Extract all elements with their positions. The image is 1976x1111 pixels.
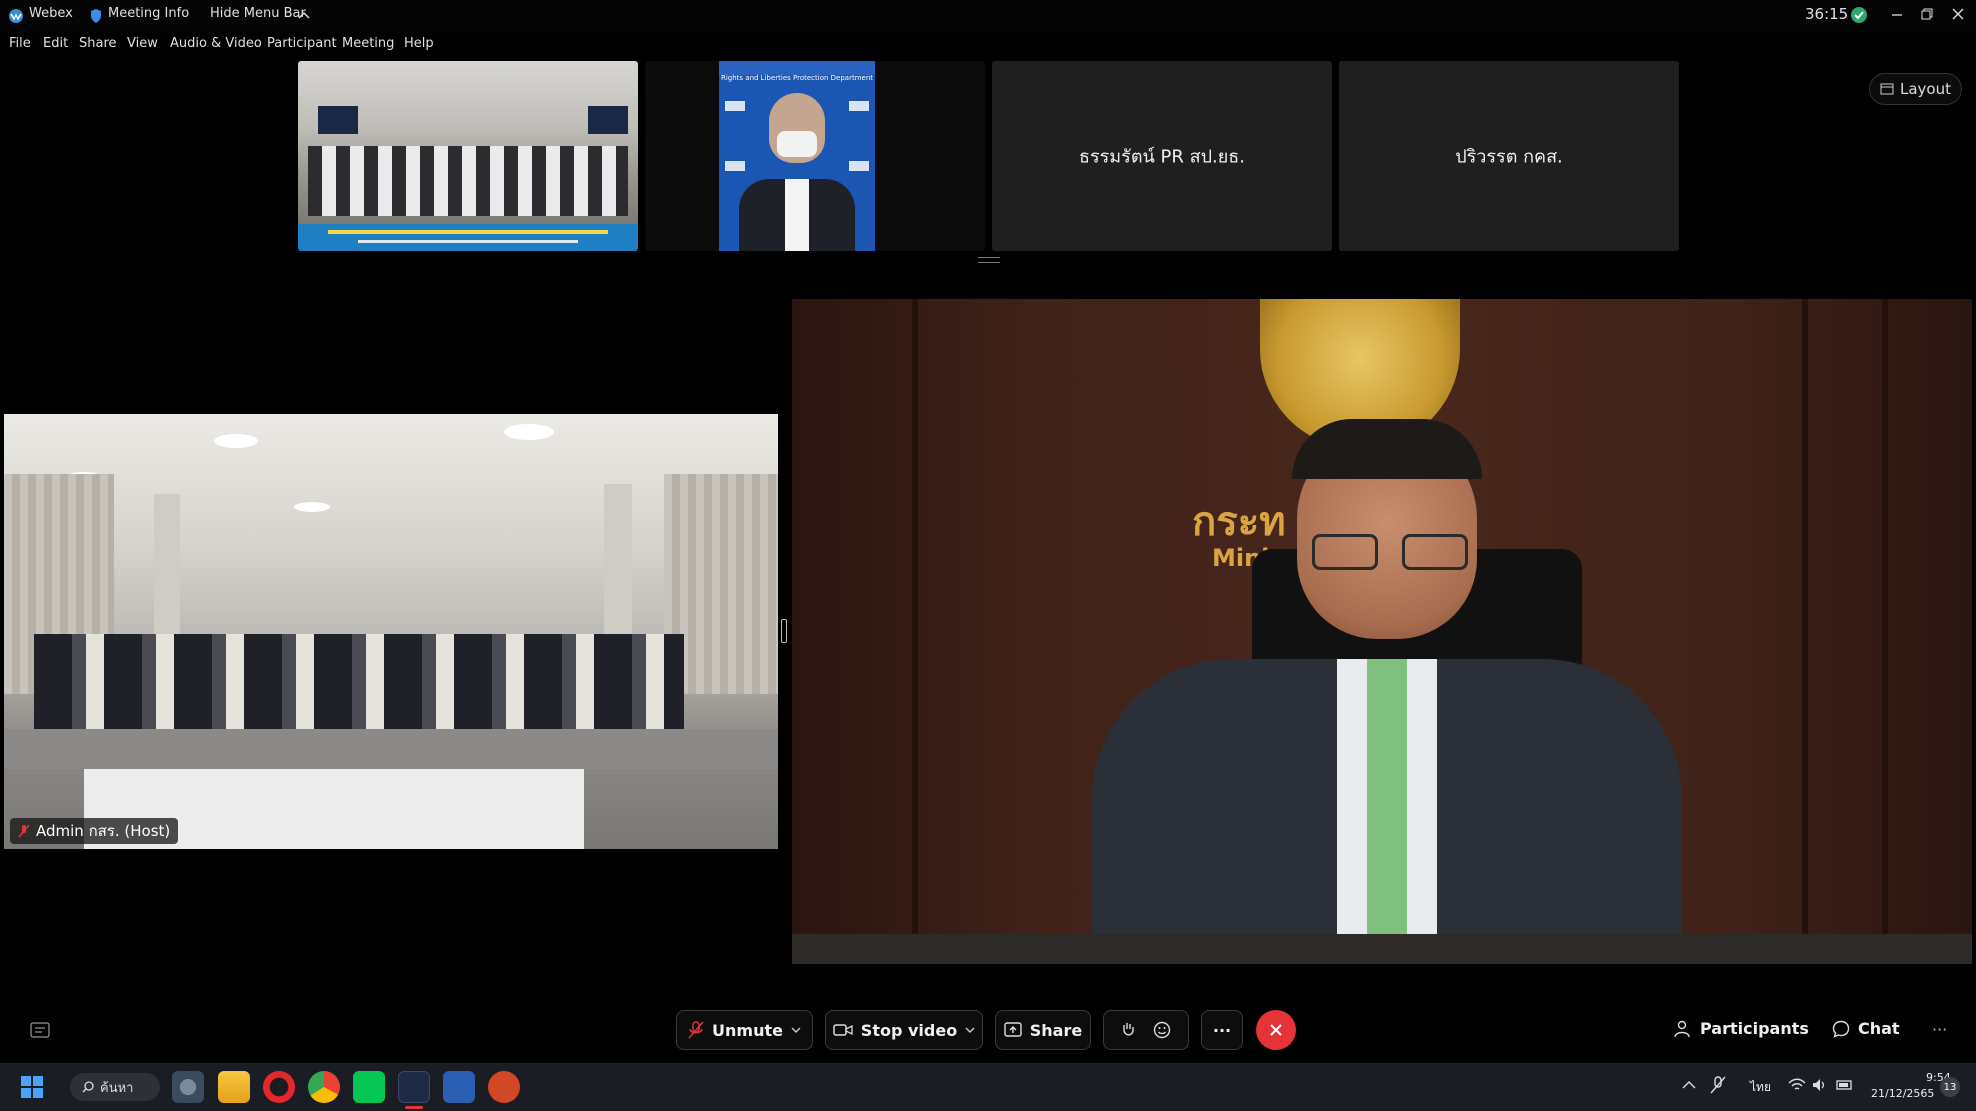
overflow-menu-button[interactable]: ··· [1932, 1020, 1947, 1039]
word-app-icon[interactable] [443, 1071, 475, 1103]
more-options-label: ··· [1212, 1020, 1232, 1040]
muted-mic-icon [18, 824, 30, 838]
room-screen-right [588, 106, 628, 134]
taskbar-search[interactable]: ค้นหา [70, 1073, 160, 1101]
hide-menu-bar-button[interactable]: Hide Menu Bar [210, 6, 306, 21]
search-label: ค้นหา [100, 1080, 134, 1096]
layout-label: Layout [1900, 80, 1951, 98]
chevron-down-icon[interactable] [791, 1026, 801, 1034]
opera-browser-icon[interactable] [263, 1071, 295, 1103]
video-camera-icon [833, 1024, 853, 1036]
unmute-button[interactable]: Unmute [676, 1010, 813, 1050]
reactions-icon[interactable] [1153, 1021, 1171, 1039]
chat-bubble-icon [1832, 1020, 1850, 1038]
taskbar-date[interactable]: 21/12/2565 [1871, 1087, 1934, 1100]
file-explorer-icon[interactable] [218, 1071, 250, 1103]
meeting-info-button[interactable]: Meeting Info [108, 6, 189, 21]
room-screen-left [318, 106, 358, 134]
host-name-label: Admin กสร. (Host) [10, 818, 179, 844]
menu-share[interactable]: Share [79, 36, 117, 51]
participants-button[interactable]: Participants [1674, 1019, 1809, 1038]
close-icon[interactable] [1951, 7, 1965, 21]
chevron-down-icon[interactable] [965, 1026, 975, 1034]
title-bar: Webex Meeting Info Hide Menu Bar 36:15 [0, 0, 1976, 32]
participant-tile-2[interactable]: ปริวรรต กคส. [1339, 61, 1679, 251]
attendees-rows [34, 634, 684, 734]
wifi-icon[interactable] [1788, 1078, 1806, 1092]
windows-start-icon[interactable] [20, 1075, 44, 1099]
menu-bar: File Edit Share View Audio & Video Parti… [0, 34, 1976, 56]
layout-icon [1880, 83, 1894, 95]
stage-video-room[interactable]: Admin กสร. (Host) [4, 414, 778, 849]
backdrop-text: Rights and Liberties Protection Departme… [720, 74, 874, 82]
powerpoint-app-icon[interactable] [488, 1071, 520, 1103]
participant-name: ปริวรรต กคส. [1455, 146, 1563, 168]
chat-label: Chat [1858, 1019, 1900, 1038]
menu-edit[interactable]: Edit [43, 36, 68, 51]
menu-help[interactable]: Help [404, 36, 434, 51]
close-icon [1270, 1024, 1282, 1036]
active-app-indicator [405, 1106, 423, 1109]
stage-resize-handle[interactable] [781, 619, 787, 643]
restore-icon[interactable] [1920, 7, 1934, 21]
host-name: Admin กสร. (Host) [36, 822, 171, 840]
participant-tile-1[interactable]: ธรรมรัตน์ PR สป.ยธ. [992, 61, 1332, 251]
webex-logo-icon [9, 9, 23, 23]
menu-view[interactable]: View [127, 36, 158, 51]
filmstrip-resize-handle[interactable] [978, 257, 1000, 263]
stop-video-label: Stop video [860, 1020, 958, 1040]
room-banner [298, 224, 638, 251]
speaker-tie [1367, 659, 1407, 964]
chevron-up-icon[interactable] [1682, 1080, 1696, 1090]
connection-status-icon[interactable] [1850, 6, 1868, 24]
minimize-icon[interactable] [1890, 8, 1904, 22]
menu-meeting[interactable]: Meeting [342, 36, 394, 51]
line-app-icon[interactable] [353, 1071, 385, 1103]
participant-video-speaker[interactable]: Rights and Liberties Protection Departme… [645, 61, 985, 251]
menu-file[interactable]: File [9, 36, 31, 51]
raise-hand-icon[interactable] [1121, 1021, 1135, 1039]
shield-icon [91, 9, 101, 23]
share-screen-icon [1004, 1022, 1022, 1037]
layout-button[interactable]: Layout [1869, 73, 1962, 105]
reactions-group [1103, 1010, 1189, 1050]
participant-video-room[interactable] [298, 61, 638, 251]
chrome-browser-icon[interactable] [308, 1071, 340, 1103]
speaker-mask [777, 131, 817, 157]
share-button[interactable]: Share [995, 1010, 1091, 1050]
chevron-up-icon[interactable] [298, 10, 310, 20]
speaker-backdrop: Rights and Liberties Protection Departme… [719, 61, 875, 251]
muted-mic-icon [688, 1021, 704, 1039]
app-name: Webex [29, 6, 73, 21]
leave-meeting-button[interactable] [1256, 1010, 1296, 1050]
participant-name: ธรรมรัตน์ PR สป.ยธ. [1078, 146, 1246, 168]
captions-icon[interactable] [30, 1022, 50, 1040]
menu-participant[interactable]: Participant [267, 36, 337, 51]
input-language[interactable]: ไทย [1750, 1078, 1771, 1097]
settings-app-icon[interactable] [172, 1071, 204, 1103]
unmute-label: Unmute [712, 1020, 783, 1040]
room-audience [308, 146, 628, 216]
meeting-timer: 36:15 [1805, 5, 1849, 23]
notification-badge[interactable]: 13 [1940, 1077, 1960, 1097]
chat-button[interactable]: Chat [1832, 1019, 1900, 1038]
volume-icon[interactable] [1812, 1078, 1828, 1092]
muted-mic-icon[interactable] [1710, 1076, 1726, 1094]
webex-app-icon[interactable] [398, 1071, 430, 1103]
stage-video-speaker[interactable]: กระท รม Mini [792, 299, 1972, 964]
search-icon [82, 1081, 94, 1093]
participants-label: Participants [1700, 1019, 1809, 1038]
more-options-button[interactable]: ··· [1201, 1010, 1243, 1050]
menu-audio-video[interactable]: Audio & Video [170, 36, 262, 51]
stop-video-button[interactable]: Stop video [825, 1010, 983, 1050]
battery-icon[interactable] [1836, 1078, 1854, 1092]
share-label: Share [1029, 1020, 1083, 1040]
taskbar [0, 1063, 1976, 1111]
participants-icon [1674, 1020, 1690, 1037]
